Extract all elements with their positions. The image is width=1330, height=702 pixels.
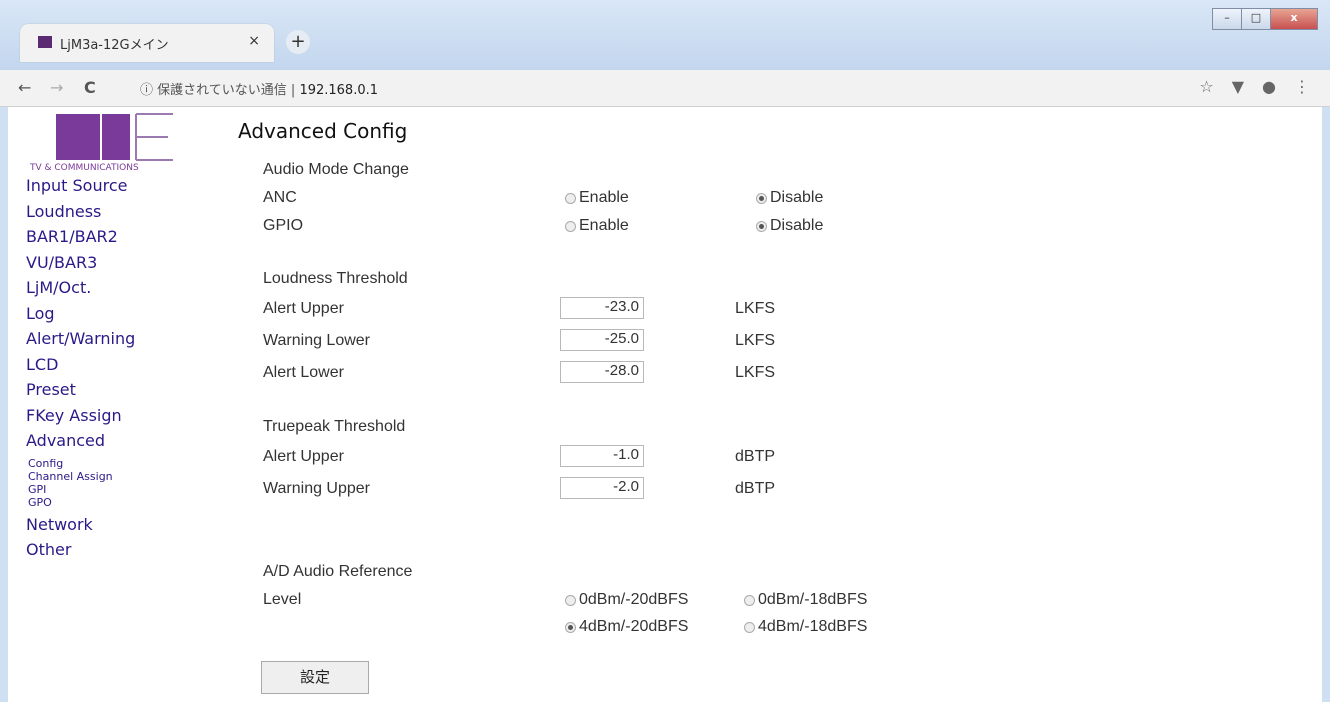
radio-on-icon: [756, 220, 767, 232]
anc-disable-radio[interactable]: Disable: [756, 189, 823, 207]
advanced-submenu: Config Channel Assign GPI GPO: [26, 457, 135, 509]
truepeak-alert-upper-input[interactable]: -1.0: [560, 445, 644, 467]
gpio-enable-label: Enable: [579, 217, 629, 234]
ad-option-0dbm-20[interactable]: 0dBm/-20dBFS: [565, 591, 688, 609]
info-icon[interactable]: ⓘ: [140, 83, 153, 98]
star-icon[interactable]: ☆: [1199, 77, 1213, 96]
anc-disable-label: Disable: [770, 189, 824, 206]
sidebar: Input Source Loudness BAR1/BAR2 VU/BAR3 …: [26, 173, 135, 563]
tab-title: LjM3a-12Gメイン: [60, 38, 169, 53]
menu-icon[interactable]: ⋮: [1294, 77, 1310, 96]
window-controls: – □ x: [1212, 8, 1318, 30]
gpio-enable-radio[interactable]: Enable: [565, 217, 629, 235]
logo-tagline: TV & COMMUNICATIONS: [29, 163, 139, 173]
ad-reference-heading: A/D Audio Reference: [263, 563, 413, 580]
ad-option-label: 0dBm/-18dBFS: [758, 591, 868, 608]
url-field[interactable]: ⓘ 保護されていない通信 | 192.168.0.1: [140, 79, 378, 98]
ad-option-label: 4dBm/-20dBFS: [579, 618, 689, 635]
truepeak-alert-upper-unit: dBTP: [735, 448, 776, 465]
submenu-gpo[interactable]: GPO: [26, 496, 135, 509]
submenu-channel-assign[interactable]: Channel Assign: [26, 470, 135, 483]
loudness-alert-upper-unit: LKFS: [735, 300, 776, 317]
forward-icon[interactable]: →: [50, 78, 63, 97]
truepeak-heading: Truepeak Threshold: [263, 418, 406, 435]
anc-label: ANC: [263, 189, 297, 206]
sidebar-item-lcd[interactable]: LCD: [26, 352, 135, 378]
loudness-alert-lower-label: Alert Lower: [263, 364, 344, 381]
loudness-alert-lower-unit: LKFS: [735, 364, 776, 381]
sidebar-item-other[interactable]: Other: [26, 537, 135, 563]
tab-close-icon[interactable]: ×: [248, 33, 260, 49]
ad-option-4dbm-18[interactable]: 4dBm/-18dBFS: [744, 618, 867, 636]
company-logo: TV & COMMUNICATIONS: [29, 113, 173, 173]
ad-option-4dbm-20[interactable]: 4dBm/-20dBFS: [565, 618, 688, 636]
radio-off-icon: [744, 621, 755, 633]
sidebar-item-loudness[interactable]: Loudness: [26, 199, 135, 225]
radio-off-icon: [565, 192, 576, 204]
gpio-disable-radio[interactable]: Disable: [756, 217, 823, 235]
page-content: TV & COMMUNICATIONS Input Source Loudnes…: [8, 107, 1322, 702]
toolbar-icons: ☆ ▼ ● ⋮: [1199, 77, 1310, 96]
browser-titlebar: LjM3a-12Gメイン × + – □ x: [0, 0, 1330, 70]
submenu-config[interactable]: Config: [26, 457, 135, 470]
maximize-button[interactable]: □: [1241, 8, 1271, 30]
new-tab-button[interactable]: +: [286, 30, 310, 54]
extension-icon[interactable]: ▼: [1232, 77, 1244, 96]
ad-level-label: Level: [263, 591, 302, 608]
page-title: Advanced Config: [238, 119, 408, 143]
audio-mode-heading: Audio Mode Change: [263, 161, 409, 178]
favicon-icon: [38, 36, 52, 48]
sidebar-item-fkey-assign[interactable]: FKey Assign: [26, 403, 135, 429]
radio-off-icon: [565, 594, 576, 606]
loudness-warning-lower-input[interactable]: -25.0: [560, 329, 644, 351]
truepeak-warning-upper-label: Warning Upper: [263, 480, 371, 497]
sidebar-item-input-source[interactable]: Input Source: [26, 173, 135, 199]
sidebar-item-preset[interactable]: Preset: [26, 377, 135, 403]
anc-enable-label: Enable: [579, 189, 629, 206]
window-close-button[interactable]: x: [1270, 8, 1318, 30]
radio-off-icon: [565, 220, 576, 232]
browser-tab[interactable]: LjM3a-12Gメイン ×: [20, 24, 274, 62]
radio-on-icon: [565, 621, 576, 633]
submenu-gpi[interactable]: GPI: [26, 483, 135, 496]
loudness-warning-lower-unit: LKFS: [735, 332, 776, 349]
loudness-warning-lower-label: Warning Lower: [263, 332, 371, 349]
gpio-disable-label: Disable: [770, 217, 824, 234]
sidebar-item-alert-warning[interactable]: Alert/Warning: [26, 326, 135, 352]
truepeak-warning-upper-unit: dBTP: [735, 480, 776, 497]
sidebar-item-vu-bar3[interactable]: VU/BAR3: [26, 250, 135, 276]
anc-enable-radio[interactable]: Enable: [565, 189, 629, 207]
ad-option-0dbm-18[interactable]: 0dBm/-18dBFS: [744, 591, 867, 609]
loudness-alert-lower-input[interactable]: -28.0: [560, 361, 644, 383]
url-host: 192.168.0.1: [299, 83, 379, 98]
radio-on-icon: [756, 192, 767, 204]
address-bar: ← → C ⓘ 保護されていない通信 | 192.168.0.1 ☆ ▼ ● ⋮: [0, 70, 1330, 107]
minimize-button[interactable]: –: [1212, 8, 1242, 30]
loudness-alert-upper-label: Alert Upper: [263, 300, 344, 317]
insecure-label: 保護されていない通信: [157, 83, 287, 98]
loudness-heading: Loudness Threshold: [263, 270, 408, 287]
profile-icon[interactable]: ●: [1262, 77, 1276, 96]
ad-option-label: 0dBm/-20dBFS: [579, 591, 689, 608]
sidebar-item-advanced[interactable]: Advanced: [26, 428, 135, 454]
sidebar-item-log[interactable]: Log: [26, 301, 135, 327]
radio-off-icon: [744, 594, 755, 606]
sidebar-item-network[interactable]: Network: [26, 512, 135, 538]
ad-option-label: 4dBm/-18dBFS: [758, 618, 868, 635]
gpio-label: GPIO: [263, 217, 304, 234]
reload-icon[interactable]: C: [84, 78, 96, 97]
back-icon[interactable]: ←: [18, 78, 31, 97]
sidebar-item-ljm-oct[interactable]: LjM/Oct.: [26, 275, 135, 301]
loudness-alert-upper-input[interactable]: -23.0: [560, 297, 644, 319]
sidebar-item-bar1-bar2[interactable]: BAR1/BAR2: [26, 224, 135, 250]
submit-button[interactable]: 設定: [261, 661, 369, 694]
truepeak-warning-upper-input[interactable]: -2.0: [560, 477, 644, 499]
truepeak-alert-upper-label: Alert Upper: [263, 448, 344, 465]
